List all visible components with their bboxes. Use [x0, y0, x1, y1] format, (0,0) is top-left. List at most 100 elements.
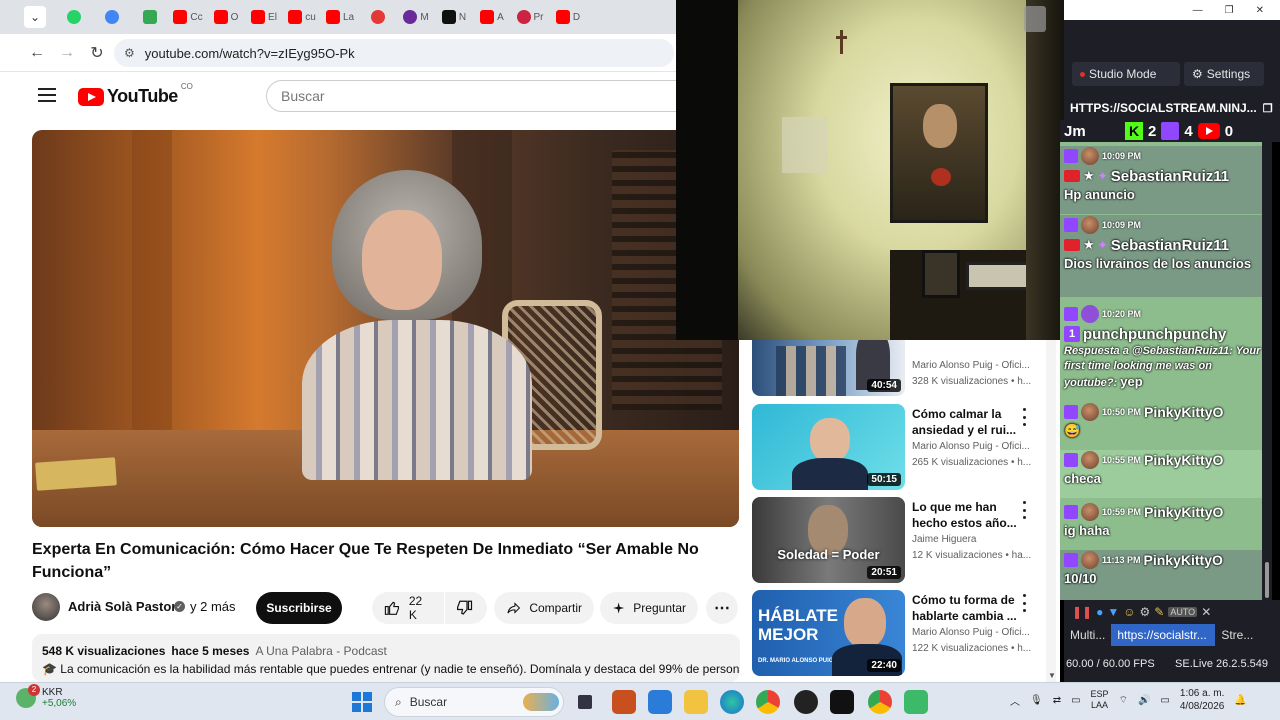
- channel-icon: [403, 10, 418, 24]
- podcast-tag[interactable]: A Una Palabra - Podcast: [255, 644, 386, 658]
- chat-message: 10:20 PM 1 punchpunchpunchy Respuesta a …: [1060, 304, 1270, 402]
- star-badge-icon: ★: [1083, 237, 1095, 252]
- menu-icon[interactable]: [38, 88, 56, 102]
- shopify-icon: [143, 10, 157, 24]
- mute-icon[interactable]: ✕: [1201, 605, 1211, 619]
- clock[interactable]: 1:06 a. m. 4/08/2026: [1180, 687, 1225, 713]
- start-button[interactable]: [352, 692, 372, 712]
- browser-tab[interactable]: La: [322, 4, 358, 30]
- video-thumbnail[interactable]: Soledad = Poder 20:51: [752, 497, 905, 583]
- back-button[interactable]: ←: [22, 38, 52, 68]
- recommendation-item[interactable]: 50:15 Cómo calmar la ansiedad y el rui..…: [752, 404, 1052, 490]
- twitch-icon: [1064, 307, 1078, 321]
- taskbar-search[interactable]: ⌕ Buscar: [384, 687, 564, 717]
- minimize-icon[interactable]: —: [1193, 5, 1203, 16]
- page-scrollbar[interactable]: ▼: [1046, 340, 1056, 682]
- browser-tab[interactable]: O: [208, 4, 244, 30]
- browser-tab[interactable]: [132, 4, 168, 30]
- recommendation-item[interactable]: 40:54 Mario Alonso Puig - Ofici... 328 K…: [752, 340, 1052, 396]
- video-title[interactable]: Lo que me han hecho estos año...: [912, 499, 1022, 531]
- browser-tab[interactable]: [94, 4, 130, 30]
- chat-scrollbar[interactable]: [1262, 142, 1272, 600]
- tab-socialstream[interactable]: https://socialstr...: [1111, 624, 1216, 646]
- microphone-icon[interactable]: 🎙: [1030, 695, 1043, 706]
- reload-button[interactable]: ↻: [82, 38, 112, 68]
- recommendation-item[interactable]: Soledad = Poder 20:51 Lo que me han hech…: [752, 497, 1052, 583]
- studio-mode-button[interactable]: Studio Mode: [1072, 62, 1180, 86]
- subscribe-button[interactable]: Suscribirse: [256, 592, 342, 624]
- browser-tab[interactable]: [360, 4, 396, 30]
- video-thumbnail[interactable]: HÁBLATE MEJOR DR. MARIO ALONSO PUIG 22:4…: [752, 590, 905, 676]
- ask-button[interactable]: Preguntar: [600, 592, 698, 624]
- chrome-icon[interactable]: [756, 690, 780, 714]
- video-title[interactable]: Cómo tu forma de hablarte cambia ...: [912, 592, 1022, 624]
- like-button[interactable]: 22 K: [372, 592, 444, 624]
- browser-tab[interactable]: Pr: [512, 4, 548, 30]
- video-title[interactable]: Cómo calmar la ansiedad y el rui...: [912, 406, 1022, 438]
- file-explorer-icon[interactable]: [684, 690, 708, 714]
- auto-icon[interactable]: AUTO: [1168, 607, 1198, 617]
- close-icon[interactable]: ✕: [1256, 5, 1264, 16]
- highlight-icon[interactable]: ✎: [1154, 605, 1164, 619]
- emoji-icon[interactable]: ☺: [1123, 605, 1135, 619]
- pause-icon[interactable]: ❚❚: [1072, 605, 1092, 619]
- notification-icon[interactable]: 🔔: [1234, 695, 1246, 706]
- channel-collaborators[interactable]: y 2 más: [190, 599, 236, 614]
- site-settings-icon[interactable]: ⚙: [124, 46, 135, 60]
- more-options-icon[interactable]: [1020, 501, 1028, 519]
- video-player[interactable]: [32, 130, 739, 527]
- twitch-icon: [1064, 505, 1078, 519]
- browser-tab[interactable]: M: [398, 4, 434, 30]
- description-box[interactable]: 548 K visualizaciones hace 5 meses A Una…: [32, 634, 740, 682]
- scroll-down-arrow[interactable]: ▼: [1048, 671, 1056, 680]
- settings-icon[interactable]: ⚙: [1140, 605, 1151, 619]
- chat-message: 10:59 PM PinkyKittyO ig haha: [1060, 502, 1270, 548]
- browser-tab[interactable]: D: [550, 4, 586, 30]
- language-indicator[interactable]: ESP LAA: [1091, 689, 1109, 711]
- more-actions-button[interactable]: ⋯: [706, 592, 738, 624]
- browser-tab[interactable]: N: [436, 4, 472, 30]
- chrome-profile-icon[interactable]: [868, 690, 892, 714]
- forward-button[interactable]: →: [52, 38, 82, 68]
- battery-icon[interactable]: ▭: [1160, 695, 1169, 706]
- tab-stream[interactable]: Stre...: [1215, 624, 1259, 646]
- app-icon[interactable]: [904, 690, 928, 714]
- maximize-icon[interactable]: ❐: [1225, 5, 1234, 16]
- more-options-icon[interactable]: [1020, 408, 1028, 426]
- settings-button[interactable]: ⚙ Settings: [1184, 62, 1264, 86]
- popout-icon[interactable]: ❐: [1263, 102, 1273, 115]
- browser-tab[interactable]: A: [474, 4, 510, 30]
- video-thumbnail[interactable]: 40:54: [752, 340, 905, 396]
- display-icon[interactable]: ▭: [1071, 695, 1080, 706]
- video-thumbnail[interactable]: 50:15: [752, 404, 905, 490]
- share-button[interactable]: Compartir: [494, 592, 594, 624]
- browser-tab[interactable]: El: [246, 4, 282, 30]
- stock-widget[interactable]: 2 KKR +5,06%: [16, 684, 76, 709]
- edge-icon[interactable]: [720, 690, 744, 714]
- search-input[interactable]: Buscar: [266, 80, 686, 112]
- task-view-icon[interactable]: [578, 695, 592, 709]
- network-share-icon[interactable]: ⇄: [1053, 695, 1061, 706]
- browser-tab[interactable]: [56, 4, 92, 30]
- channel-avatar[interactable]: [32, 593, 60, 621]
- filter-icon[interactable]: ▼: [1107, 605, 1119, 619]
- chat-bubble-icon[interactable]: ●: [1096, 605, 1103, 619]
- channel-name[interactable]: Adrià Solà Pastor: [68, 599, 176, 614]
- youtube-count: 0: [1224, 122, 1234, 140]
- browser-tab[interactable]: cu: [284, 4, 320, 30]
- tab-multi[interactable]: Multi...: [1064, 624, 1111, 646]
- more-options-icon[interactable]: [1020, 594, 1028, 612]
- tab-search-button[interactable]: ⌄: [24, 6, 46, 28]
- app-icon[interactable]: [612, 690, 636, 714]
- url-field[interactable]: ⚙ youtube.com/watch?v=zIEyg95O-Pk: [114, 39, 674, 67]
- wifi-icon[interactable]: ⌔: [1119, 694, 1128, 707]
- volume-icon[interactable]: 🔊: [1138, 695, 1150, 706]
- browser-tab[interactable]: Cc: [170, 4, 206, 30]
- youtube-logo[interactable]: YouTube CO: [78, 82, 193, 107]
- recommendation-item[interactable]: HÁBLATE MEJOR DR. MARIO ALONSO PUIG 22:4…: [752, 590, 1052, 676]
- chevron-up-icon[interactable]: ︿: [1010, 693, 1020, 708]
- store-icon[interactable]: [648, 690, 672, 714]
- obs-icon[interactable]: [794, 690, 818, 714]
- tiktok-icon[interactable]: [830, 690, 854, 714]
- dislike-button[interactable]: [445, 592, 487, 624]
